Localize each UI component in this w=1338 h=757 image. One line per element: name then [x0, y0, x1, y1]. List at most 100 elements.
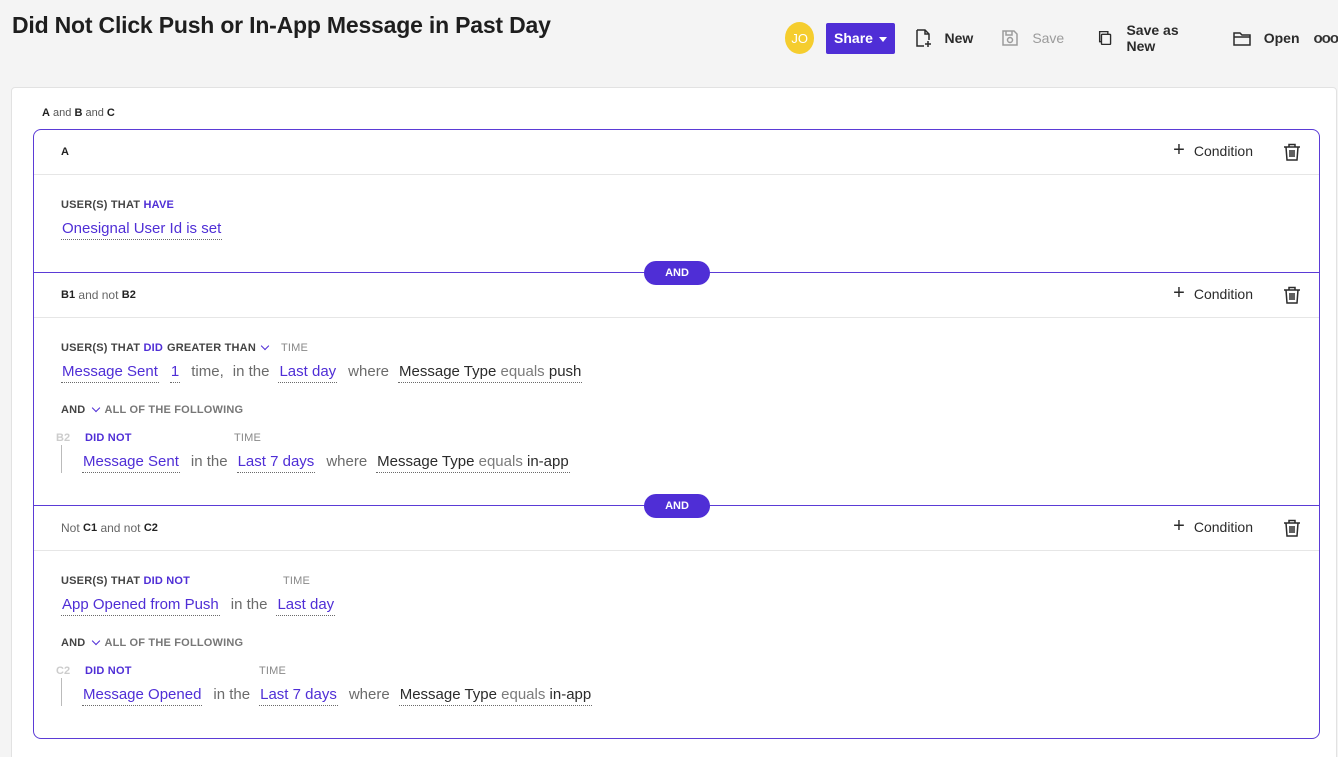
property-filter-value[interactable]: Onesignal User Id is set	[61, 220, 223, 240]
sub-condition-tag: B2	[56, 432, 71, 444]
copy-icon	[1099, 30, 1112, 46]
in-the-text: in the	[230, 596, 268, 613]
filter-property: Message Type	[399, 686, 497, 703]
plus-icon: +	[1173, 139, 1185, 161]
users-that-label: USER(S) THAT	[61, 199, 141, 211]
verb-did: DID	[143, 342, 164, 354]
sub-condition-line	[61, 678, 62, 706]
section-b-row: Message Sent 1 time, in the Last day whe…	[61, 363, 583, 383]
sub-time-label: TIME	[259, 665, 287, 677]
chevron-down-icon[interactable]	[92, 636, 101, 646]
add-condition-button-b[interactable]: + Condition	[1173, 282, 1253, 304]
add-condition-button-a[interactable]: + Condition	[1173, 139, 1253, 161]
section-c-not: Not	[61, 521, 80, 535]
in-the-text: in the	[232, 363, 270, 380]
new-button[interactable]: New	[913, 28, 974, 48]
comparator-label: GREATER THAN	[167, 342, 256, 354]
more-options-icon[interactable]: ooo	[1314, 30, 1338, 47]
expr-and-1: and	[53, 107, 72, 119]
all-of-the-following: ALL OF THE FOLLOWING	[104, 637, 244, 649]
expr-b: B	[74, 107, 83, 119]
time-range-select[interactable]: Last 7 days	[259, 686, 338, 706]
section-c-head-mid: and not	[100, 521, 141, 535]
section-c-header: Not C1 and not C2 + Condition	[34, 506, 1319, 551]
section-b-label: USER(S) THAT DID	[61, 342, 163, 354]
section-b-header: B1 and not B2 + Condition	[34, 273, 1319, 318]
users-that-label: USER(S) THAT	[61, 342, 141, 354]
event-property-filter[interactable]: Message Type equals in-app	[376, 453, 570, 473]
users-that-label: USER(S) THAT	[61, 575, 141, 587]
filter-operator: equals	[478, 453, 523, 470]
chevron-down-icon	[260, 341, 270, 351]
avatar[interactable]: JO	[785, 22, 815, 54]
event-select[interactable]: Message Sent	[61, 363, 159, 383]
section-b2-tag: B2	[121, 289, 136, 301]
expression-summary: A and B and C	[42, 107, 115, 119]
event-property-filter[interactable]: Message Type equals in-app	[398, 686, 593, 706]
sub-condition-tag: C2	[56, 665, 71, 677]
save-button-label: Save	[1032, 30, 1065, 46]
folder-icon	[1232, 32, 1251, 46]
and-label: AND	[61, 637, 86, 649]
save-as-new-button[interactable]: Save as New	[1096, 22, 1203, 54]
event-property-filter[interactable]: Message Type equals push	[398, 363, 583, 383]
add-condition-label: Condition	[1193, 143, 1253, 159]
sub-time-label: TIME	[234, 432, 262, 444]
time-word: time,	[191, 363, 224, 380]
filter-operator: equals	[500, 363, 545, 380]
expr-a: A	[42, 107, 50, 119]
time-range-select[interactable]: Last 7 days	[236, 453, 316, 473]
save-button[interactable]: Save	[1000, 28, 1064, 48]
filter-group: A + Condition USER(S) THAT HAVE Onesigna…	[33, 129, 1320, 739]
section-c-label: USER(S) THAT DID NOT	[61, 575, 190, 587]
in-the-text: in the	[190, 453, 228, 470]
trash-icon[interactable]	[1282, 518, 1302, 538]
sub-verb: DID NOT	[85, 432, 132, 444]
event-select[interactable]: Message Opened	[82, 686, 203, 706]
main-panel: A and B and C A + Condition USER(S) THAT…	[11, 87, 1337, 757]
filter-value: in-app	[549, 686, 592, 703]
toolbar: JO Share New Save Save as New Open ooo	[785, 22, 1338, 54]
chevron-down-icon[interactable]	[92, 403, 101, 413]
section-a-tag: A	[61, 146, 69, 158]
time-range-select[interactable]: Last day	[276, 596, 336, 616]
section-b1-tag: B1	[61, 289, 76, 301]
event-select[interactable]: Message Sent	[82, 453, 180, 473]
plus-icon: +	[1173, 515, 1185, 537]
add-condition-label: Condition	[1193, 519, 1253, 535]
plus-icon: +	[1173, 282, 1185, 304]
caret-down-icon	[878, 36, 887, 42]
trash-icon[interactable]	[1282, 285, 1302, 305]
section-a-header: A + Condition	[34, 130, 1319, 175]
filter-property: Message Type	[399, 363, 497, 380]
time-label: TIME	[283, 575, 311, 587]
save-as-new-button-label: Save as New	[1126, 22, 1179, 54]
sub-condition-line	[61, 445, 62, 473]
save-icon	[1002, 30, 1019, 46]
add-condition-label: Condition	[1193, 286, 1253, 302]
filter-value: push	[548, 363, 582, 380]
verb-have: HAVE	[143, 199, 175, 211]
share-button-label: Share	[834, 30, 873, 46]
time-range-select[interactable]: Last day	[278, 363, 338, 383]
time-label: TIME	[281, 342, 309, 354]
add-condition-button-c[interactable]: + Condition	[1173, 515, 1253, 537]
where-text: where	[348, 686, 390, 703]
trash-icon[interactable]	[1282, 142, 1302, 162]
open-button[interactable]: Open	[1232, 28, 1300, 48]
sub-verb: DID NOT	[85, 665, 132, 677]
share-button[interactable]: Share	[826, 22, 895, 54]
page-title: Did Not Click Push or In-App Message in …	[12, 12, 551, 38]
all-of-the-following: ALL OF THE FOLLOWING	[104, 404, 244, 416]
and-all-following: AND ALL OF THE FOLLOWING	[61, 403, 244, 416]
where-text: where	[348, 363, 390, 380]
where-text: where	[326, 453, 368, 470]
verb-did-not: DID NOT	[143, 575, 191, 587]
count-input[interactable]: 1	[169, 363, 181, 383]
new-button-label: New	[944, 30, 974, 46]
section-a-row: Onesignal User Id is set	[61, 220, 233, 240]
comparator-dropdown[interactable]: GREATER THAN	[167, 341, 273, 354]
event-select[interactable]: App Opened from Push	[61, 596, 220, 616]
and-all-following: AND ALL OF THE FOLLOWING	[61, 636, 244, 649]
expr-c: C	[106, 107, 115, 119]
